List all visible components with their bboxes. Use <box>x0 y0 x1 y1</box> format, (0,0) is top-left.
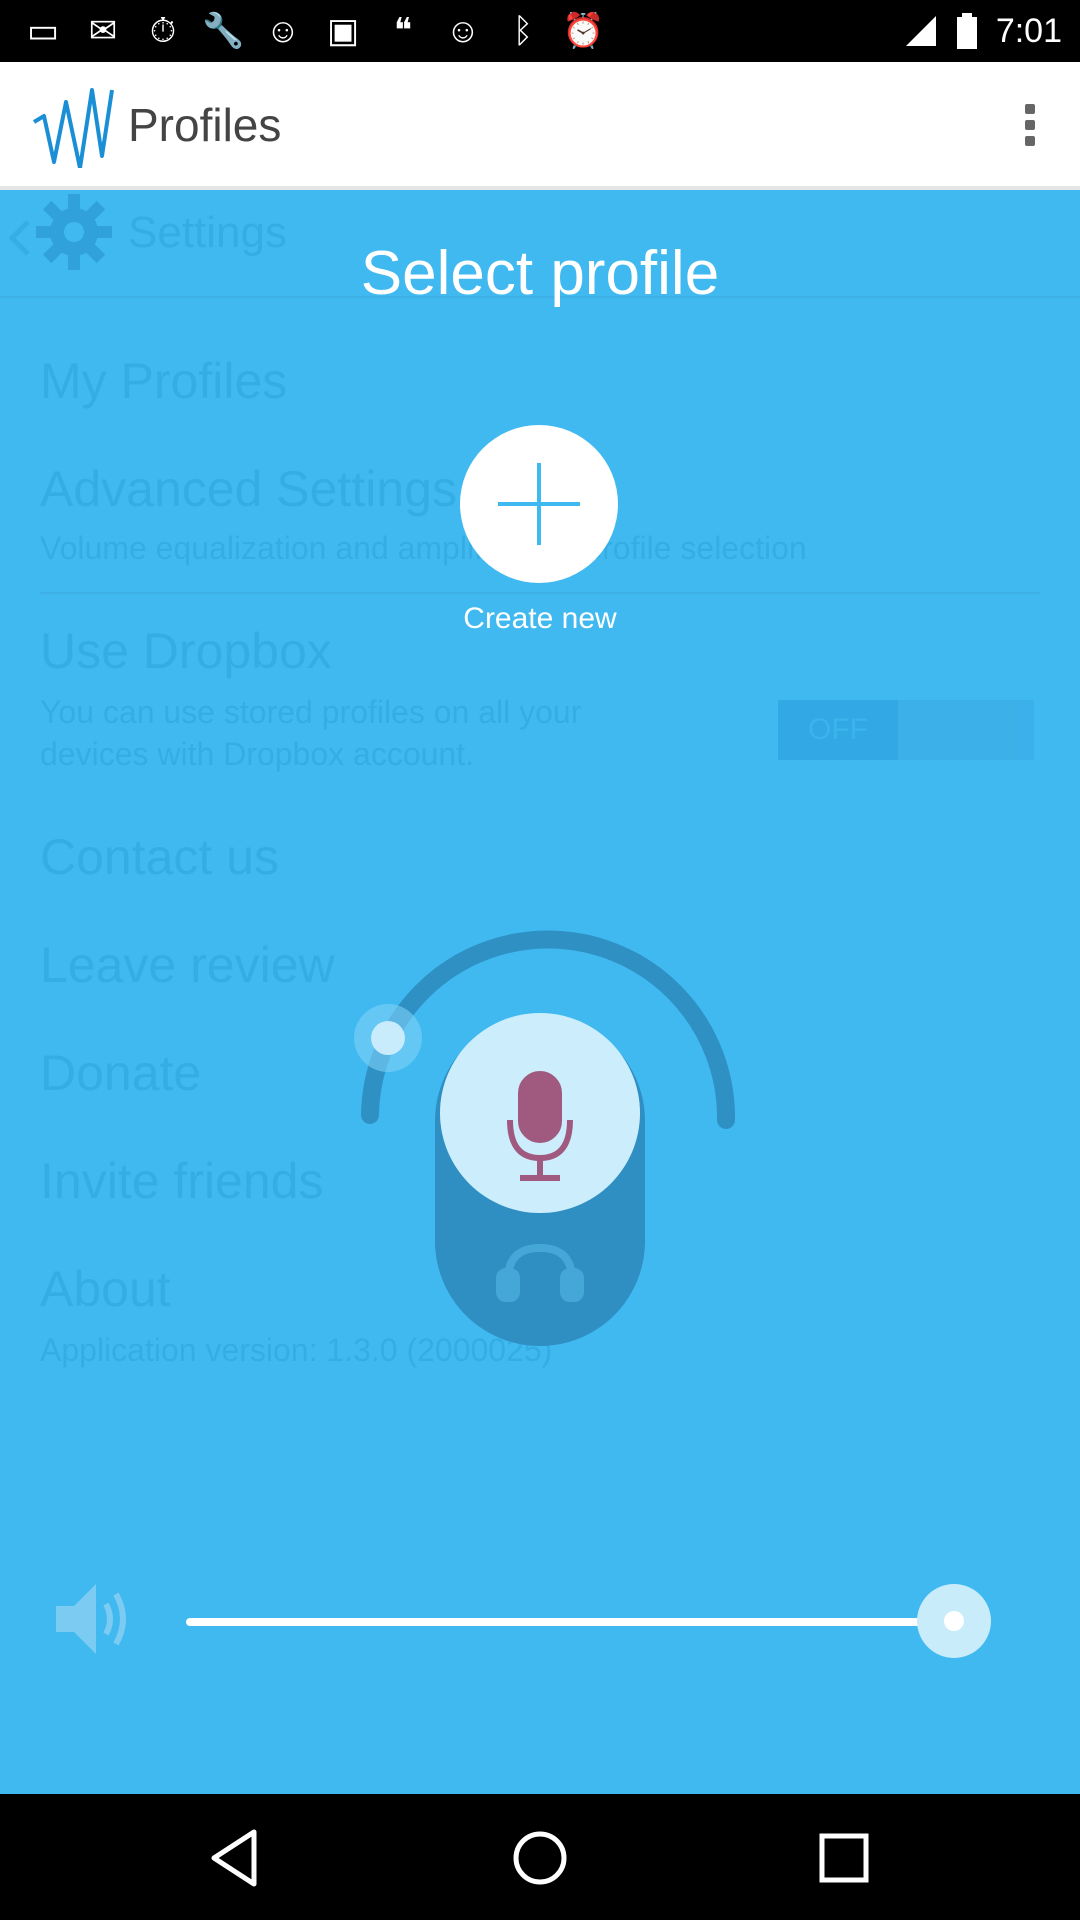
alarm-icon: ⏰ <box>562 12 605 50</box>
status-time: 7:01 <box>995 12 1062 50</box>
smiley-icon: ☺ <box>445 12 481 50</box>
dropbox-subtitle-line2: devices with Dropbox account. <box>40 736 474 772</box>
bluetooth-icon: ᛒ <box>512 12 534 50</box>
page-title: Profiles <box>128 99 282 151</box>
signal-icon <box>905 16 936 46</box>
timer-icon: ⏱ <box>149 12 177 50</box>
wrench-icon: 🔧 <box>202 12 245 50</box>
overflow-menu-icon[interactable] <box>1016 98 1044 154</box>
app-bar: Profiles <box>0 62 1080 190</box>
create-new-label: Create new <box>463 602 617 635</box>
status-bar: ▭ ✉ ⏱ 🔧 ☺ ▣ ❝ ☺ ᛒ ⏰ 7:01 <box>0 0 1080 62</box>
smiley-icon: ☺ <box>265 12 301 50</box>
recents-nav-icon[interactable] <box>804 1818 884 1898</box>
volume-slider[interactable] <box>186 1618 986 1626</box>
quote-icon: ❝ <box>393 12 413 50</box>
plus-icon <box>498 463 580 545</box>
dropbox-toggle[interactable]: OFF <box>778 700 1034 760</box>
create-new-button[interactable] <box>460 425 618 583</box>
dropbox-subtitle-line1: You can use stored profiles on all your <box>40 694 582 730</box>
home-nav-icon[interactable] <box>500 1818 580 1898</box>
divider <box>40 592 1040 594</box>
dial-knob <box>371 1021 405 1055</box>
battery-icon <box>956 13 977 49</box>
toggle-off-label: OFF <box>778 700 898 760</box>
waveform-logo-icon <box>32 88 114 168</box>
about-item[interactable]: About <box>40 1260 171 1318</box>
my-profiles-item[interactable]: My Profiles <box>40 352 287 410</box>
advanced-settings-title[interactable]: Advanced Settings <box>40 460 457 518</box>
invite-friends-item[interactable]: Invite friends <box>40 1152 323 1210</box>
volume-slider-thumb[interactable] <box>944 1611 964 1631</box>
notification-icons: ▭ ✉ ⏱ 🔧 ☺ ▣ ❝ ☺ ᛒ ⏰ <box>22 10 604 52</box>
mail-icon: ✉ <box>88 12 118 50</box>
navigation-bar <box>0 1794 1080 1920</box>
leave-review-item[interactable]: Leave review <box>40 936 335 994</box>
qt-icon: ▣ <box>326 12 360 50</box>
back-nav-icon[interactable] <box>196 1818 276 1898</box>
donate-item[interactable]: Donate <box>40 1044 201 1102</box>
advanced-settings-subtitle: Volume equalization and amplification pr… <box>40 530 807 566</box>
mic-dial[interactable] <box>340 930 740 1350</box>
select-profile-title: Select profile <box>360 239 720 308</box>
contact-us-item[interactable]: Contact us <box>40 828 279 886</box>
speaker-icon <box>56 1584 126 1654</box>
message-icon: ▭ <box>26 12 60 50</box>
